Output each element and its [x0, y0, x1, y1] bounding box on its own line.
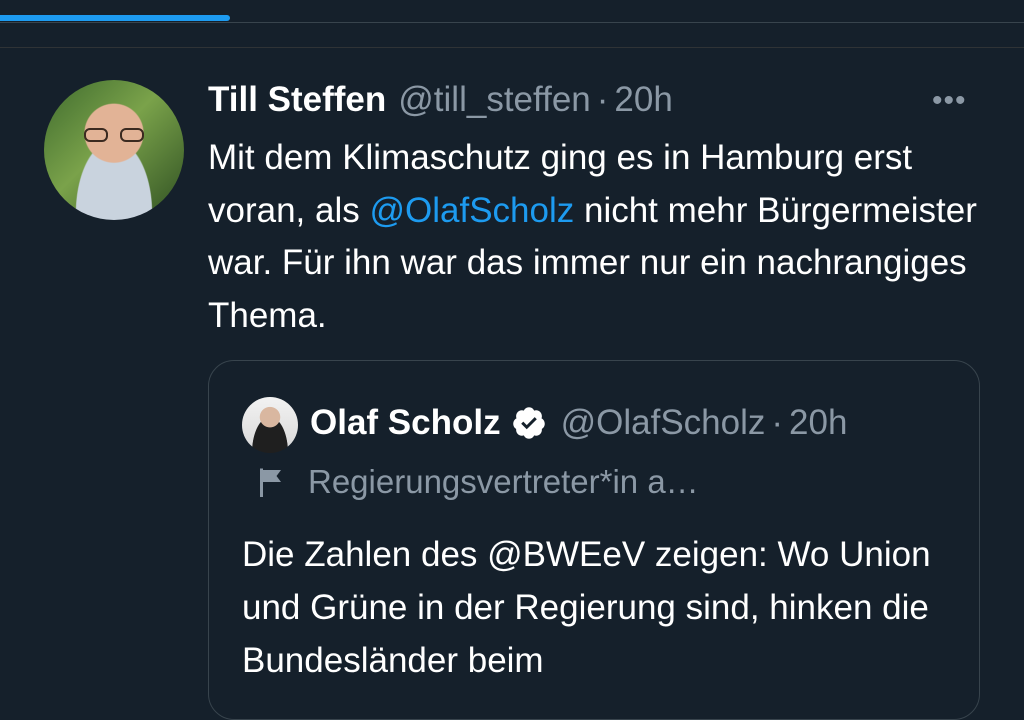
quoted-tweet-time[interactable]: 20h: [789, 403, 847, 443]
government-label[interactable]: Regierungsvertreter*in a…: [254, 460, 699, 504]
quoted-author-name[interactable]: Olaf Scholz: [310, 403, 501, 443]
more-icon[interactable]: •••: [932, 84, 967, 118]
separator: ·: [596, 80, 609, 119]
progress-indicator: [0, 15, 231, 21]
quoted-avatar[interactable]: [242, 397, 298, 453]
quoted-separator: ·: [771, 403, 784, 442]
tweet-time[interactable]: 20h: [614, 80, 672, 120]
avatar[interactable]: [44, 80, 184, 220]
flag-icon: [260, 468, 281, 497]
verified-badge-icon: [512, 407, 545, 439]
divider: [0, 47, 1024, 48]
tweet-text: Mit dem Klimaschutz ging es in Hamburg e…: [208, 132, 998, 342]
author-name[interactable]: Till Steffen: [208, 80, 386, 120]
progress-track: [0, 22, 1024, 23]
quoted-tweet-text: Die Zahlen des @BWEeV zeigen: Wo Union u…: [242, 535, 931, 680]
mention-link[interactable]: @OlafScholz: [369, 191, 574, 230]
author-handle[interactable]: @till_steffen: [398, 80, 590, 120]
quoted-author-handle[interactable]: @OlafScholz: [561, 403, 766, 443]
government-label-text: Regierungsvertreter*in a…: [308, 463, 699, 500]
quoted-tweet-header: Olaf Scholz @OlafScholz · 20h: [310, 400, 847, 446]
tweet-header: Till Steffen @till_steffen · 20h: [208, 78, 673, 122]
glasses-graphic: [84, 128, 144, 142]
